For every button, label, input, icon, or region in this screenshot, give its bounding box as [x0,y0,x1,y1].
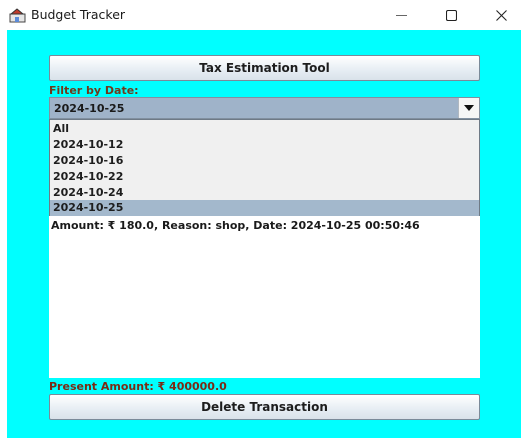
list-item[interactable]: Amount: ₹ 180.0, Reason: shop, Date: 202… [51,219,420,232]
delete-transaction-button[interactable]: Delete Transaction [49,394,480,420]
dropdown-option-2024-10-12[interactable]: 2024-10-12 [50,137,479,153]
dropdown-option-2024-10-25[interactable]: 2024-10-25 [50,200,479,216]
transaction-list[interactable]: Amount: ₹ 180.0, Reason: shop, Date: 202… [49,216,480,378]
date-filter-selected: 2024-10-25 [54,102,125,115]
window-title: Budget Tracker [31,7,126,22]
app-icon [9,8,26,23]
present-amount-label: Present Amount: ₹ 400000.0 [49,380,227,393]
date-filter-popup: All 2024-10-12 2024-10-16 2024-10-22 202… [49,119,480,216]
maximize-button[interactable] [428,0,474,30]
chevron-down-icon[interactable] [458,98,479,118]
close-button[interactable] [478,0,524,30]
title-bar: Budget Tracker [0,0,528,30]
minimize-button[interactable] [378,0,424,30]
main-panel: Tax Estimation Tool Filter by Date: 2024… [7,30,521,438]
maximize-icon [445,9,457,21]
dropdown-option-2024-10-24[interactable]: 2024-10-24 [50,185,479,201]
tax-estimation-button[interactable]: Tax Estimation Tool [49,55,480,81]
dropdown-option-all[interactable]: All [50,121,479,137]
close-icon [495,9,507,21]
date-filter-dropdown[interactable]: 2024-10-25 [49,97,480,119]
dropdown-option-2024-10-22[interactable]: 2024-10-22 [50,169,479,185]
filter-label: Filter by Date: [49,84,139,97]
dropdown-option-2024-10-16[interactable]: 2024-10-16 [50,153,479,169]
minimize-icon [395,10,407,21]
